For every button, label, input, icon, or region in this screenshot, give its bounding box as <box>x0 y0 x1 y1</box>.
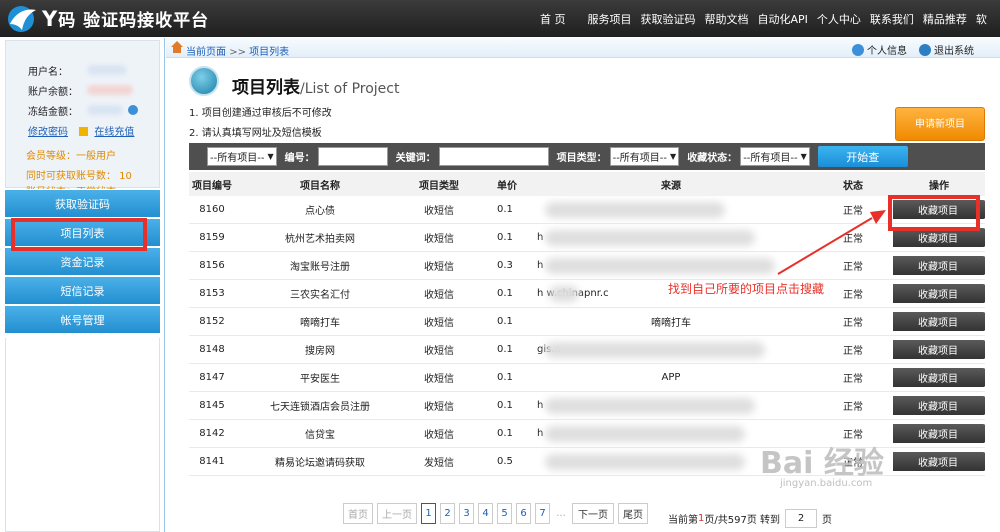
annotation-text: 找到自己所要的项目点击搜藏 <box>668 282 825 296</box>
watermark: Bai 经验 <box>760 446 884 481</box>
watermark-sub: jingyan.baidu.com <box>780 478 873 489</box>
